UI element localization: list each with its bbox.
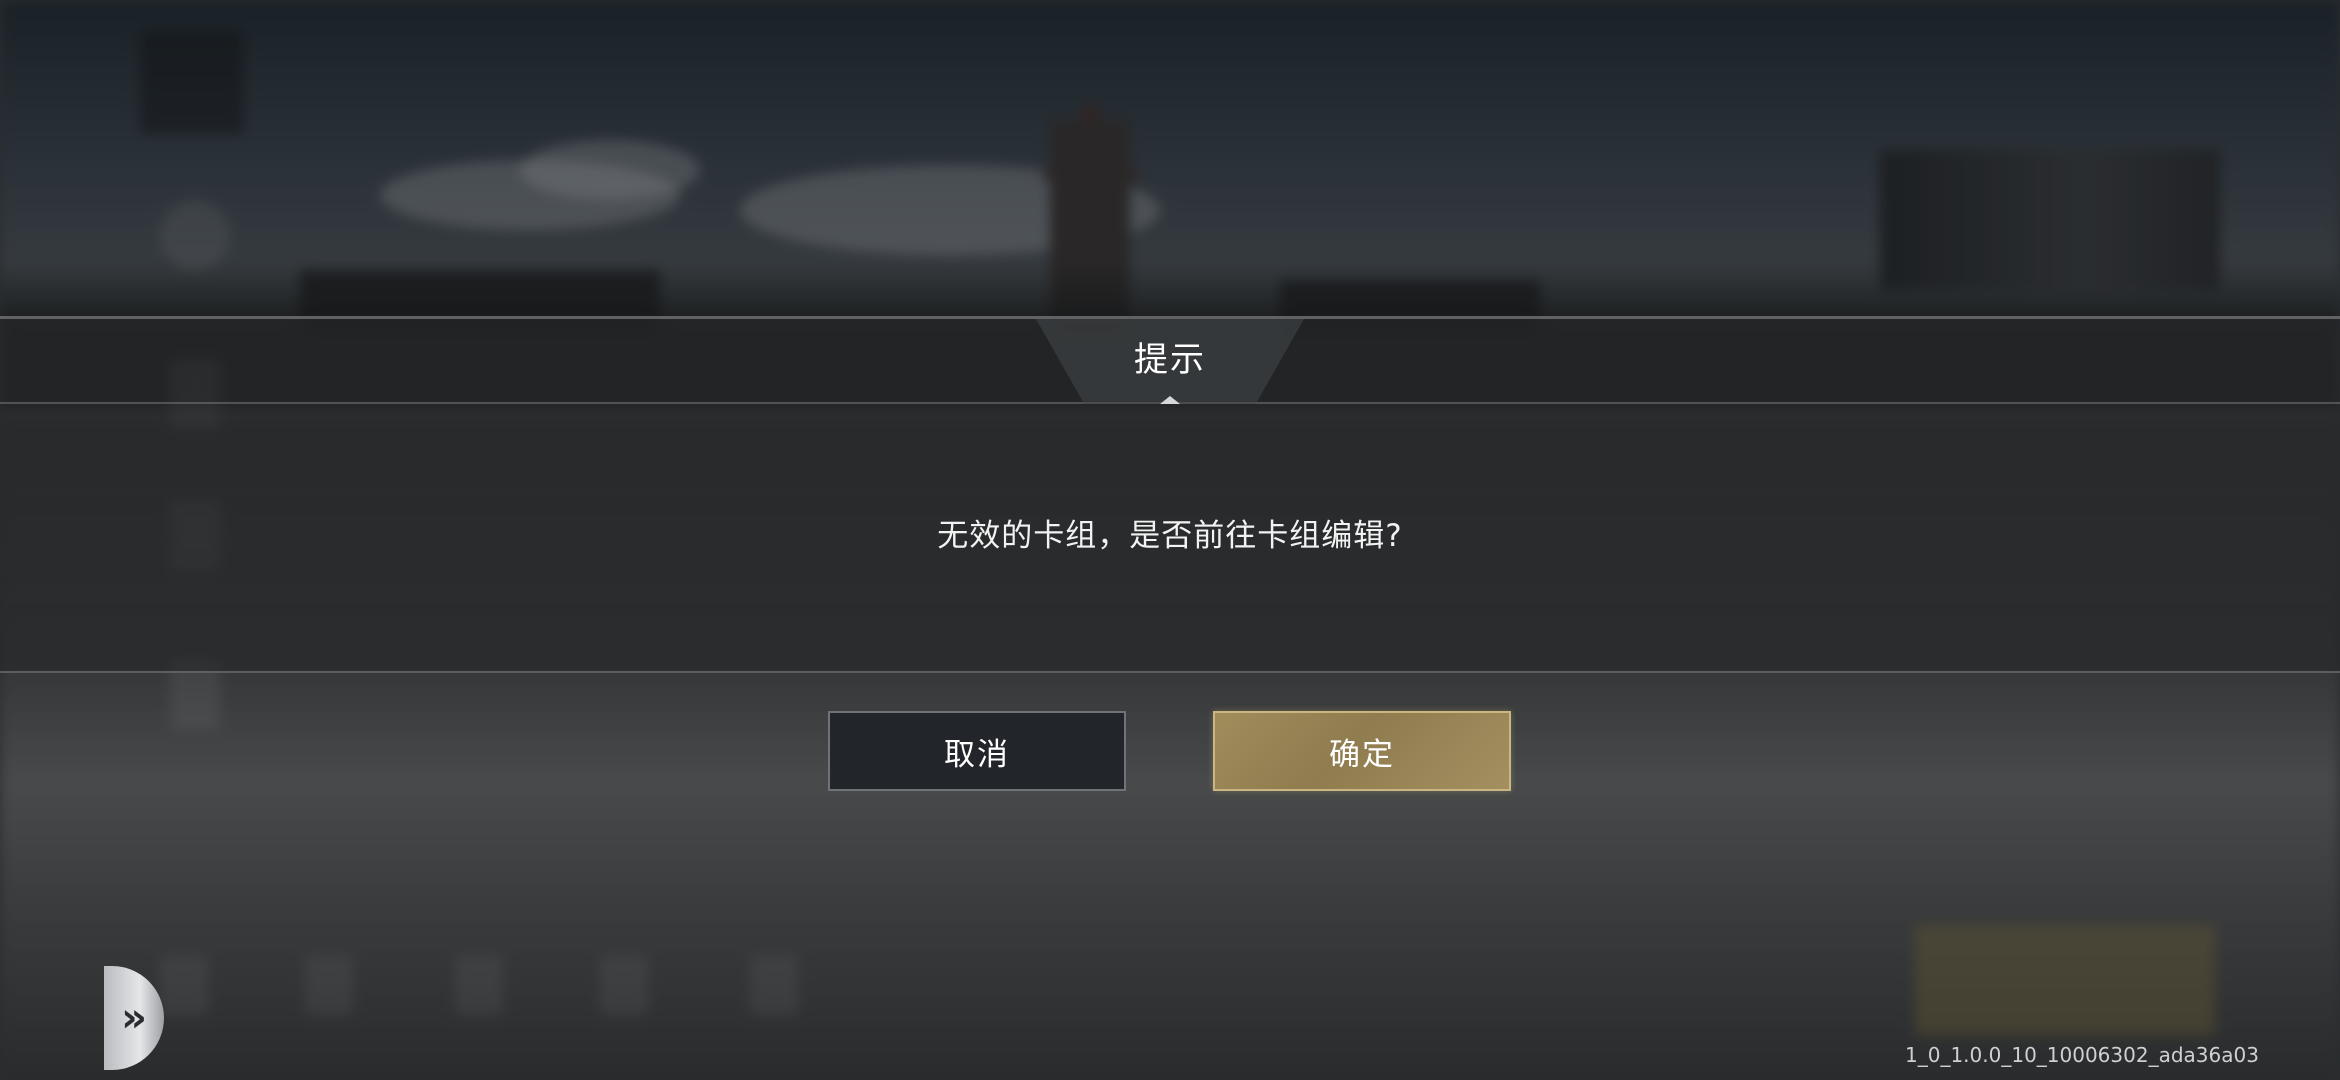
- dialog-title: 提示: [1134, 340, 1206, 380]
- double-chevron-right-icon: »: [121, 995, 147, 1041]
- confirm-button[interactable]: 确定: [1213, 711, 1511, 791]
- confirm-button-label: 确定: [1329, 736, 1395, 773]
- version-label: 1_0_1.0.0_10_10006302_ada36a03: [1905, 1043, 2259, 1067]
- cancel-button-label: 取消: [944, 736, 1010, 773]
- dialog-message: 无效的卡组，是否前往卡组编辑?: [937, 518, 1403, 554]
- cancel-button[interactable]: 取消: [828, 711, 1126, 791]
- game-screen: 提示 无效的卡组，是否前往卡组编辑? 取消 确定 » 1_0_1.0.0_10_…: [0, 0, 2340, 1080]
- title-notch-icon: [1160, 396, 1180, 404]
